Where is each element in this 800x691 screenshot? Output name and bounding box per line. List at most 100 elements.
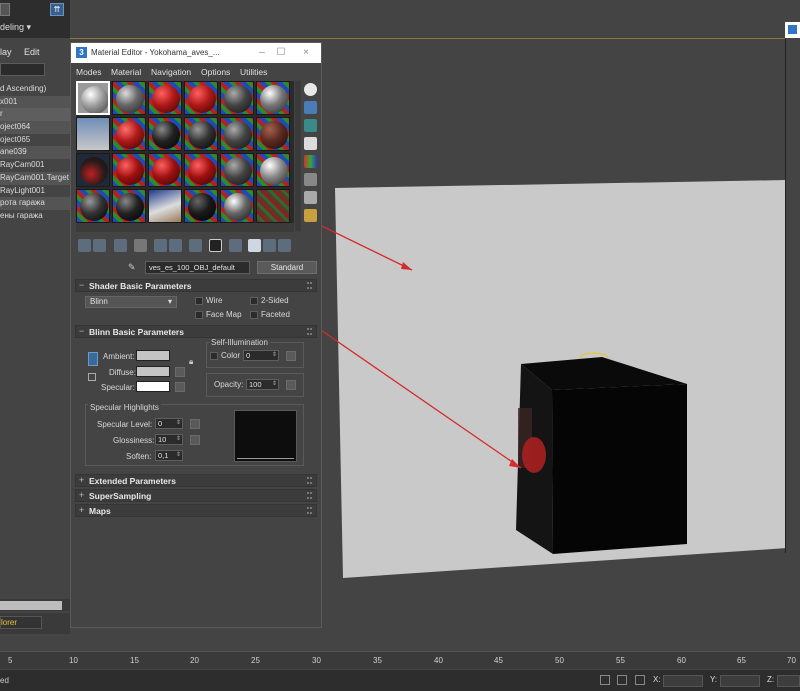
- command-panel-titlebar[interactable]: [785, 22, 800, 38]
- sample-slot[interactable]: [256, 117, 290, 151]
- spinner-arrows-icon[interactable]: ⇕: [272, 351, 277, 360]
- rollout-extended[interactable]: + Extended Parameters: [75, 474, 317, 487]
- rollout-maps[interactable]: + Maps: [75, 504, 317, 517]
- face-map-checkbox[interactable]: [195, 311, 203, 319]
- make-preview-icon[interactable]: [304, 173, 317, 186]
- sample-slot[interactable]: [112, 81, 146, 115]
- material-type-button[interactable]: Standard: [257, 261, 317, 274]
- go-to-parent-icon[interactable]: [263, 239, 276, 252]
- drag-handle-icon[interactable]: [307, 477, 312, 484]
- soften-spinner[interactable]: 0,1 ⇕: [155, 450, 183, 461]
- spinner-arrows-icon[interactable]: ⇕: [176, 435, 181, 444]
- rollout-shader-basic[interactable]: − Shader Basic Parameters: [75, 279, 317, 292]
- drag-handle-icon[interactable]: [307, 492, 312, 499]
- z-coordinate-field[interactable]: [777, 675, 800, 687]
- menu-utilities[interactable]: Utilities: [240, 67, 267, 77]
- material-name-field[interactable]: ves_es_100_OBJ_default: [145, 261, 250, 274]
- spinner-arrows-icon[interactable]: ⇕: [176, 451, 181, 460]
- sample-slot[interactable]: [112, 189, 146, 223]
- material-id-icon[interactable]: [189, 239, 202, 252]
- link-icon[interactable]: [88, 373, 96, 381]
- lock-icon[interactable]: 🔒︎: [189, 357, 197, 367]
- minimize-icon[interactable]: –: [255, 46, 269, 59]
- faceted-checkbox[interactable]: [250, 311, 258, 319]
- backlight-icon[interactable]: [304, 101, 317, 114]
- put-to-library-icon[interactable]: [169, 239, 182, 252]
- lock-ambient-diffuse-icon[interactable]: [88, 352, 98, 366]
- rollout-blinn-basic[interactable]: − Blinn Basic Parameters: [75, 325, 317, 338]
- get-material-icon[interactable]: [78, 239, 91, 252]
- sample-uv-tiling-icon[interactable]: [304, 137, 317, 150]
- selection-lock-icon[interactable]: [600, 675, 610, 685]
- show-shaded-in-viewport-icon[interactable]: [229, 239, 242, 252]
- sample-slot[interactable]: [220, 117, 254, 151]
- drag-handle-icon[interactable]: [307, 507, 312, 514]
- ambient-color-swatch[interactable]: [136, 350, 170, 361]
- material-id-channel-icon[interactable]: [209, 239, 222, 252]
- show-end-result-icon[interactable]: [248, 239, 261, 252]
- select-by-material-icon[interactable]: [304, 209, 317, 222]
- opacity-spinner[interactable]: 100 ⇕: [246, 379, 279, 390]
- two-sided-checkbox[interactable]: [250, 297, 258, 305]
- sample-type-icon[interactable]: [304, 83, 317, 96]
- sample-slot[interactable]: [256, 81, 290, 115]
- put-to-scene-icon[interactable]: [93, 239, 106, 252]
- sample-slot[interactable]: [148, 189, 182, 223]
- sample-slot[interactable]: [148, 81, 182, 115]
- y-coordinate-field[interactable]: [720, 675, 760, 687]
- sample-slot[interactable]: [256, 189, 290, 223]
- eyedropper-icon[interactable]: ✎: [128, 262, 139, 273]
- specular-color-swatch[interactable]: [136, 381, 170, 392]
- go-forward-to-sibling-icon[interactable]: [278, 239, 291, 252]
- window-titlebar[interactable]: 3 Material Editor - Yokohama_aves_... – …: [71, 43, 321, 63]
- sample-slot[interactable]: [220, 189, 254, 223]
- opacity-map-button[interactable]: [286, 380, 296, 390]
- spinner-arrows-icon[interactable]: ⇕: [272, 380, 277, 389]
- self-illum-spinner[interactable]: 0 ⇕: [243, 350, 279, 361]
- sample-slot[interactable]: [148, 117, 182, 151]
- specular-map-button[interactable]: [175, 382, 185, 392]
- absolute-mode-icon[interactable]: [635, 675, 645, 685]
- reset-map-icon[interactable]: [134, 239, 147, 252]
- sample-slot[interactable]: [184, 117, 218, 151]
- assign-to-selection-icon[interactable]: [114, 239, 127, 252]
- sample-slot[interactable]: [220, 153, 254, 187]
- sample-slot[interactable]: [76, 189, 110, 223]
- menu-material[interactable]: Material: [111, 67, 141, 77]
- shader-type-select[interactable]: Blinn ▾: [85, 296, 177, 308]
- diffuse-map-button[interactable]: [175, 367, 185, 377]
- drag-handle-icon[interactable]: [307, 328, 312, 335]
- self-illum-map-button[interactable]: [286, 351, 296, 361]
- drag-handle-icon[interactable]: [307, 282, 312, 289]
- spinner-arrows-icon[interactable]: ⇕: [176, 419, 181, 428]
- rollout-supersampling[interactable]: + SuperSampling: [75, 489, 317, 502]
- menu-options[interactable]: Options: [201, 67, 230, 77]
- sample-slot[interactable]: [256, 153, 290, 187]
- wire-checkbox[interactable]: [195, 297, 203, 305]
- isolate-icon[interactable]: [617, 675, 627, 685]
- glossiness-spinner[interactable]: 10 ⇕: [155, 434, 183, 445]
- maximize-icon[interactable]: ☐: [274, 46, 288, 59]
- close-icon[interactable]: ×: [299, 46, 313, 59]
- sample-slot[interactable]: [184, 153, 218, 187]
- menu-navigation[interactable]: Navigation: [151, 67, 191, 77]
- sample-slot[interactable]: [148, 153, 182, 187]
- make-unique-icon[interactable]: [154, 239, 167, 252]
- menu-modes[interactable]: Modes: [76, 67, 102, 77]
- glossiness-map-button[interactable]: [190, 435, 200, 445]
- sample-slot[interactable]: [220, 81, 254, 115]
- sample-slot[interactable]: [76, 117, 110, 151]
- self-illum-color-checkbox[interactable]: [210, 352, 218, 360]
- sample-slot[interactable]: [184, 189, 218, 223]
- vertical-scrollbar[interactable]: [295, 81, 301, 231]
- sample-slot[interactable]: [76, 81, 110, 115]
- sample-slot[interactable]: [112, 153, 146, 187]
- x-coordinate-field[interactable]: [663, 675, 703, 687]
- background-icon[interactable]: [304, 119, 317, 132]
- video-color-check-icon[interactable]: [304, 155, 317, 168]
- options-icon[interactable]: [304, 191, 317, 204]
- diffuse-color-swatch[interactable]: [136, 366, 170, 377]
- sample-slot[interactable]: [184, 81, 218, 115]
- sample-slot[interactable]: [112, 117, 146, 151]
- specular-level-map-button[interactable]: [190, 419, 200, 429]
